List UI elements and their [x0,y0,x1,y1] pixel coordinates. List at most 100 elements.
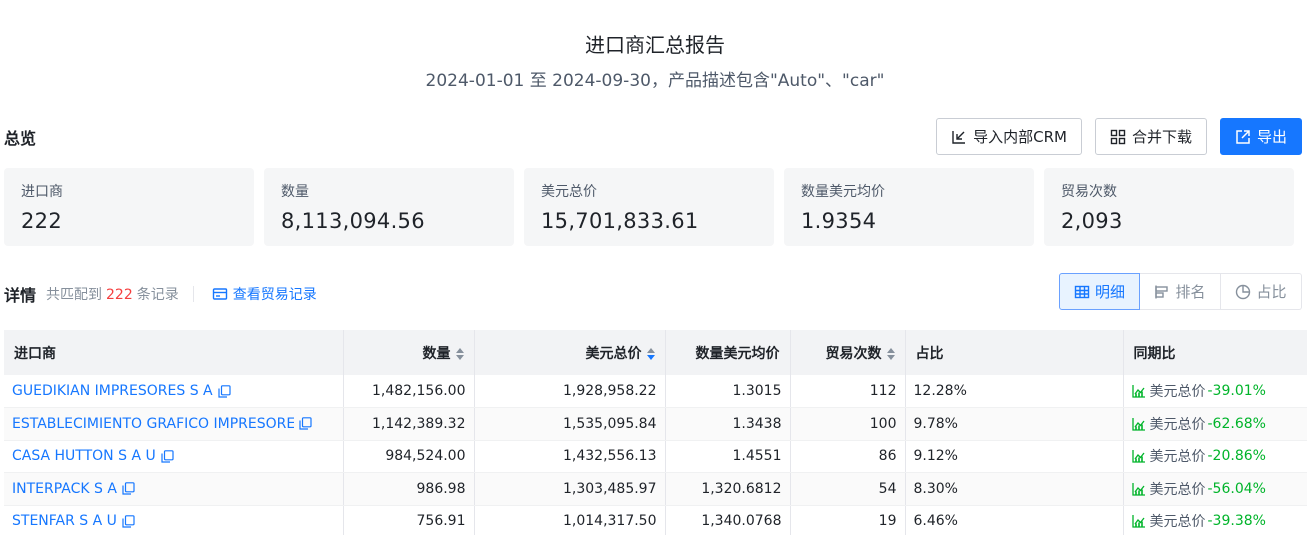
copy-icon[interactable] [122,482,135,495]
cell-importer: GUEDIKIAN IMPRESORES S A [4,375,344,408]
col-usd-total[interactable]: 美元总价 [474,330,666,375]
stats-row: 进口商 222 数量 8,113,094.56 美元总价 15,701,833.… [4,168,1294,246]
stat-card-trade-count: 贸易次数 2,093 [1044,168,1294,246]
col-importer-label: 进口商 [14,345,56,362]
cell-usd-total: 1,014,317.50 [474,505,666,535]
merge-download-button[interactable]: 合并下载 [1094,118,1207,155]
cell-quantity: 984,524.00 [343,440,475,473]
importer-link[interactable]: INTERPACK S A [12,481,117,497]
copy-icon[interactable] [218,384,231,398]
match-count-suffix: 条记录 [136,287,179,303]
importer-link[interactable]: GUEDIKIAN IMPRESORES S A [12,383,213,399]
match-count-prefix: 共匹配到 [46,287,103,303]
col-quantity-label: 数量 [422,345,451,362]
copy-icon[interactable] [122,514,135,528]
importer-link[interactable]: ESTABLECIMIENTO GRAFICO IMPRESORES S [12,416,294,432]
export-label: 导出 [1256,128,1287,146]
cell-avg-price: 1.3015 [665,375,791,408]
yoy-label: 美元总价 [1149,416,1206,433]
cell-usd-total: 1,928,958.22 [474,375,666,408]
cell-importer: INTERPACK S A [4,472,344,506]
copy-icon[interactable] [299,417,312,430]
export-icon [1235,129,1251,145]
cell-yoy: 美元总价 -20.86% [1123,440,1307,473]
stat-card-avg-price: 数量美元均价 1.9354 [784,168,1034,246]
col-trade-count-label: 贸易次数 [825,345,882,362]
view-share-tab[interactable]: 占比 [1221,273,1302,310]
import-crm-label: 导入内部CRM [973,128,1067,146]
view-ranking-label: 排名 [1175,283,1206,301]
sort-icon[interactable] [455,347,464,360]
trend-chart-icon [1131,514,1146,528]
report-subtitle: 2024-01-01 至 2024-09-30，产品描述包含"Auto"、"ca… [425,71,885,91]
stat-card-quantity: 数量 8,113,094.56 [264,168,514,246]
cell-trade-count: 112 [790,375,906,408]
stat-value: 2,093 [1061,209,1123,233]
cell-importer: CASA HUTTON S A U [4,440,344,473]
view-trade-records-link[interactable]: 查看贸易记录 [212,284,317,304]
table-icon [1074,284,1090,300]
yoy-value: -20.86% [1207,448,1266,465]
cell-yoy: 美元总价 -56.04% [1123,472,1307,506]
cell-importer: STENFAR S A U [4,505,344,535]
view-switch: 明细 排名 占比 [1059,273,1302,310]
yoy-value: -39.01% [1207,383,1266,399]
view-share-label: 占比 [1256,283,1287,301]
cell-usd-total: 1,303,485.97 [474,472,666,506]
yoy-label: 美元总价 [1149,481,1206,498]
export-button[interactable]: 导出 [1219,118,1302,155]
yoy-value: -56.04% [1207,480,1266,497]
stat-label: 贸易次数 [1061,184,1117,200]
divider [192,286,194,302]
col-yoy: 同期比 [1123,330,1307,375]
action-toolbar: 导入内部CRM 合并下载 导出 [936,118,1302,155]
table-row: ESTABLECIMIENTO GRAFICO IMPRESORES S 1,14… [4,407,1307,441]
cell-avg-price: 1.4551 [665,440,791,473]
stat-card-usd-total: 美元总价 15,701,833.61 [524,168,774,246]
trend-chart-icon [1131,384,1146,398]
yoy-value: -39.38% [1207,513,1266,530]
col-share-label: 占比 [915,345,944,362]
col-avg-price: 数量美元均价 [665,330,791,375]
cell-trade-count: 19 [790,505,906,535]
stat-label: 美元总价 [541,184,597,200]
cell-avg-price: 1.3438 [665,407,791,441]
col-avg-price-label: 数量美元均价 [695,345,780,362]
cell-usd-total: 1,432,556.13 [474,440,666,473]
sort-icon[interactable] [646,347,655,360]
cell-yoy: 美元总价 -39.01% [1123,375,1307,408]
col-usd-total-label: 美元总价 [585,345,642,362]
cell-share: 6.46% [905,505,1124,535]
stat-label: 数量美元均价 [801,184,885,200]
copy-icon[interactable] [161,449,174,463]
cell-trade-count: 100 [790,407,906,441]
importer-link[interactable]: STENFAR S A U [12,513,117,529]
view-detail-label: 明细 [1094,283,1125,301]
importer-link[interactable]: CASA HUTTON S A U [12,448,156,464]
view-ranking-tab[interactable]: 排名 [1140,273,1221,310]
yoy-value: -62.68% [1207,415,1266,432]
ranking-icon [1154,284,1170,300]
stat-value: 1.9354 [801,209,877,233]
cell-share: 9.12% [905,440,1124,473]
stat-value: 222 [21,209,62,233]
cell-quantity: 1,482,156.00 [343,375,475,408]
import-crm-button[interactable]: 导入内部CRM [936,118,1082,155]
col-importer: 进口商 [4,330,344,375]
yoy-label: 美元总价 [1149,514,1206,531]
cell-quantity: 756.91 [343,505,475,535]
col-trade-count[interactable]: 贸易次数 [790,330,906,375]
table-row: GUEDIKIAN IMPRESORES S A 1,482,156.00 1,92… [4,375,1307,408]
view-detail-tab[interactable]: 明细 [1059,273,1140,310]
cell-quantity: 1,142,389.32 [343,407,475,441]
col-quantity[interactable]: 数量 [343,330,475,375]
cell-yoy: 美元总价 -62.68% [1123,407,1307,441]
sort-icon[interactable] [886,347,895,360]
cell-share: 8.30% [905,472,1124,506]
col-yoy-label: 同期比 [1133,345,1176,362]
stat-value: 8,113,094.56 [281,209,425,233]
table-header-row: 进口商 数量 美元总价 数量美元均价 贸易次数 占比 同期比 [4,330,1307,375]
match-count: 共匹配到 222 条记录 [46,284,179,304]
table-row: STENFAR S A U 756.91 1,014,317.50 1,340.076… [4,505,1307,535]
trend-chart-icon [1131,417,1146,431]
